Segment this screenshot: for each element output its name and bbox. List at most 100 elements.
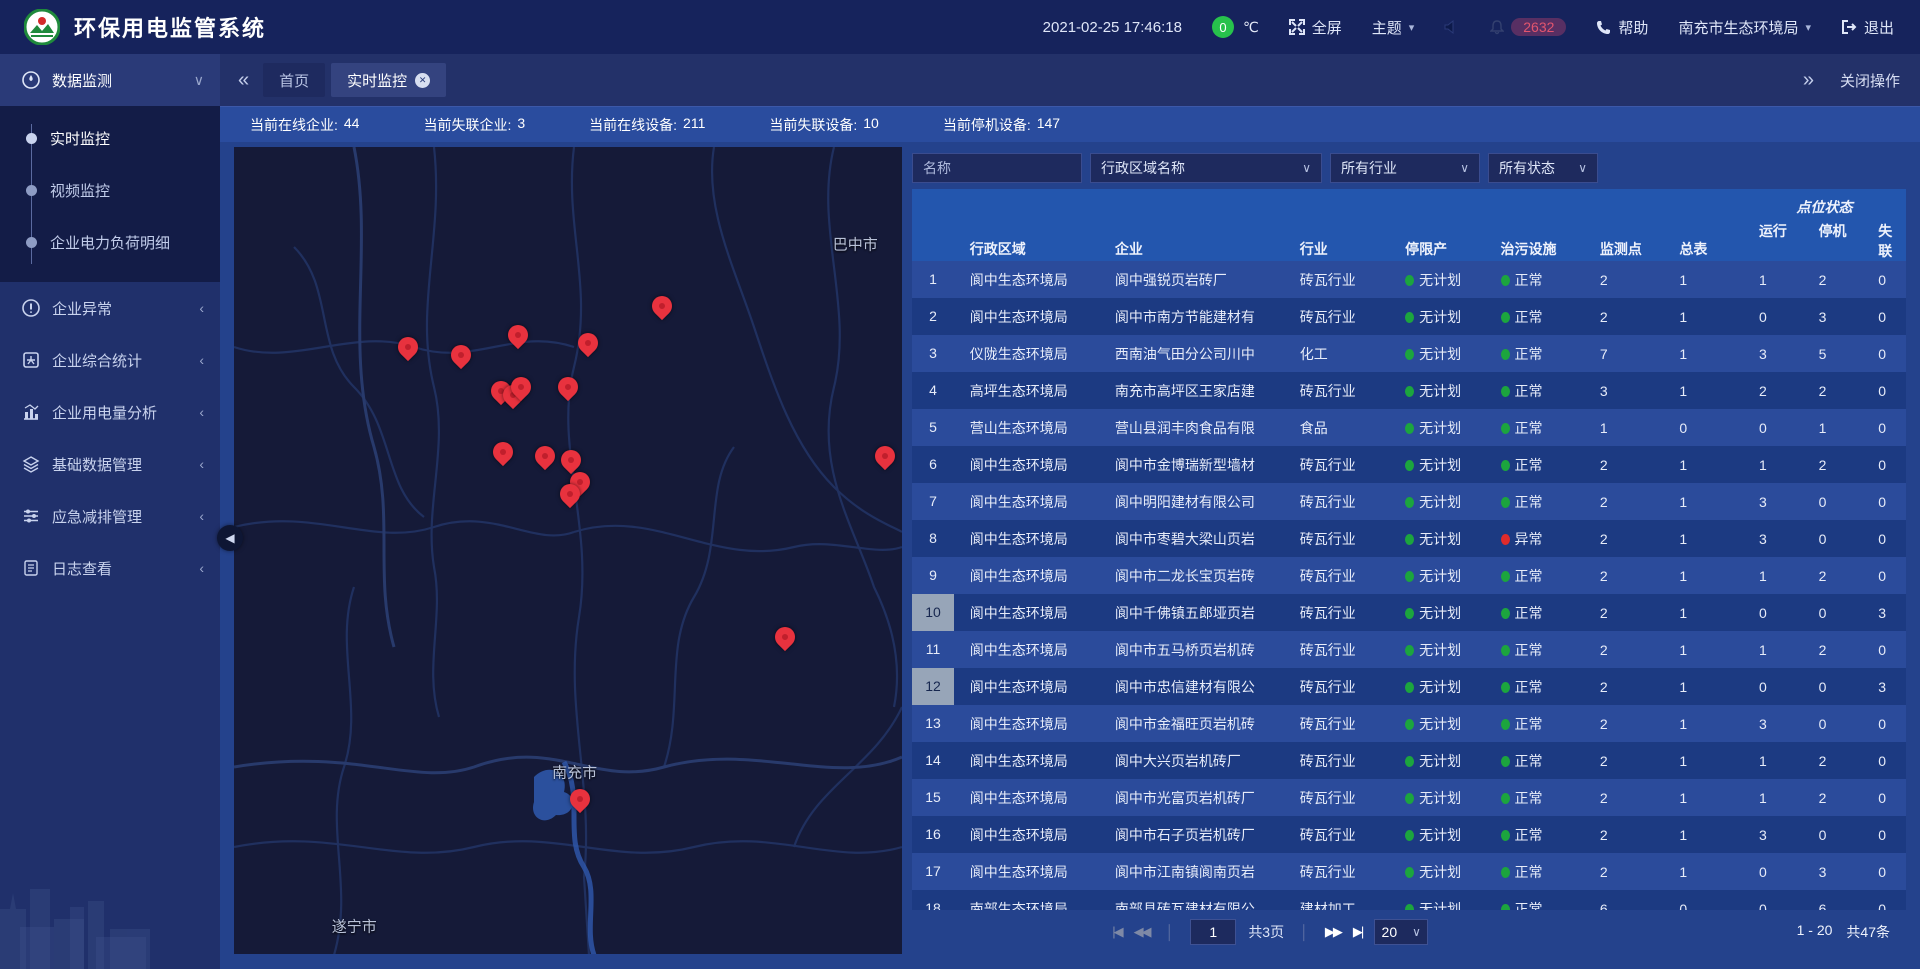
table-row[interactable]: 10 阆中生态环境局 阆中千佛镇五郎垭页岩 砖瓦行业 无计划 xyxy=(912,594,1906,631)
table-row[interactable]: 8 阆中生态环境局 阆中市枣碧大梁山页岩 砖瓦行业 无计划 xyxy=(912,520,1906,557)
cell-offline: 0 xyxy=(1862,335,1906,372)
tab-realtime-monitor[interactable]: 实时监控 ✕ xyxy=(331,63,446,97)
sidebar-item-log-view[interactable]: 日志查看 ‹ xyxy=(0,542,220,594)
close-operations-button[interactable]: 关闭操作 xyxy=(1840,70,1900,91)
sidebar-item-enterprise-abnormal[interactable]: 企业异常 ‹ xyxy=(0,282,220,334)
tab-close-icon[interactable]: ✕ xyxy=(415,73,430,88)
table-row[interactable]: 14 阆中生态环境局 阆中大兴页岩机砖厂 砖瓦行业 无计划 xyxy=(912,742,1906,779)
prev-page-icon[interactable]: ◀◀ xyxy=(1134,924,1150,940)
table-row[interactable]: 15 阆中生态环境局 阆中市光富页岩机砖厂 砖瓦行业 无计划 xyxy=(912,779,1906,816)
name-filter-input[interactable] xyxy=(912,153,1082,183)
table-row[interactable]: 1 阆中生态环境局 阆中强锐页岩砖厂 砖瓦行业 无计划 正常 xyxy=(912,261,1906,298)
sidebar-item-video-monitor[interactable]: 视频监控 xyxy=(0,164,220,216)
cell-industry: 食品 xyxy=(1284,409,1389,446)
first-page-icon[interactable]: |◀ xyxy=(1112,924,1121,940)
cell-offline: 0 xyxy=(1862,446,1906,483)
status-filter-select[interactable]: 所有状态 ∨ xyxy=(1488,153,1598,183)
cell-run: 1 xyxy=(1743,742,1803,779)
sidebar-item-basic-data[interactable]: 基础数据管理 ‹ xyxy=(0,438,220,490)
cell-meters: 1 xyxy=(1663,742,1743,779)
cell-index: 5 xyxy=(912,409,954,446)
mute-button[interactable] xyxy=(1444,20,1460,34)
cell-points: 7 xyxy=(1584,335,1664,372)
table-row[interactable]: 4 高坪生态环境局 南充市高坪区王家店建 砖瓦行业 无计划 xyxy=(912,372,1906,409)
cell-points: 2 xyxy=(1584,816,1664,853)
table-row[interactable]: 17 阆中生态环境局 阆中市江南镇阆南页岩 砖瓦行业 无计划 xyxy=(912,853,1906,890)
status-dot xyxy=(1405,645,1414,656)
cell-industry: 砖瓦行业 xyxy=(1284,816,1389,853)
table-row[interactable]: 16 阆中生态环境局 阆中市石子页岩机砖厂 砖瓦行业 无计划 xyxy=(912,816,1906,853)
table-row[interactable]: 18 南部生态环境局 南部县砖瓦建材有限公 建材加工 无计划 xyxy=(912,890,1906,910)
cell-run: 1 xyxy=(1743,631,1803,668)
cell-meters: 0 xyxy=(1663,890,1743,910)
cell-industry: 砖瓦行业 xyxy=(1284,446,1389,483)
table-row[interactable]: 7 阆中生态环境局 阆中明阳建材有限公司 砖瓦行业 无计划 xyxy=(912,483,1906,520)
page-size-select[interactable]: 20 ∨ xyxy=(1374,919,1428,945)
status-dot xyxy=(1501,423,1510,434)
tab-home[interactable]: 首页 xyxy=(263,63,325,97)
logout-button[interactable]: 退出 xyxy=(1841,17,1894,38)
next-page-icon[interactable]: ▶▶ xyxy=(1325,924,1341,940)
map-city-label: 巴中市 xyxy=(833,233,878,254)
table-row[interactable]: 5 营山生态环境局 营山县润丰肉食品有限 食品 无计划 正常 xyxy=(912,409,1906,446)
notifications[interactable]: 2632 xyxy=(1490,18,1566,36)
cell-offline: 0 xyxy=(1862,409,1906,446)
page-number-input[interactable]: 1 xyxy=(1190,919,1236,945)
range-label: 1 - 20 xyxy=(1797,922,1833,942)
temperature: 0 ℃ xyxy=(1212,16,1259,38)
last-page-icon[interactable]: ▶| xyxy=(1353,924,1362,940)
table-row[interactable]: 2 阆中生态环境局 阆中市南方节能建材有 砖瓦行业 无计划 xyxy=(912,298,1906,335)
tabs-scroll-right-icon[interactable]: » xyxy=(1795,69,1822,92)
sidebar-item-power-load-detail[interactable]: 企业电力负荷明细 xyxy=(0,216,220,268)
table-row[interactable]: 11 阆中生态环境局 阆中市五马桥页岩机砖 砖瓦行业 无计划 xyxy=(912,631,1906,668)
cell-region: 阆中生态环境局 xyxy=(954,298,1099,335)
theme-menu[interactable]: 主题▾ xyxy=(1372,17,1415,38)
cell-stop: 无计划 xyxy=(1389,779,1484,816)
col-header-stop: 停限产 xyxy=(1389,189,1484,261)
app-logo-icon xyxy=(24,9,60,45)
table-row[interactable]: 13 阆中生态环境局 阆中市金福旺页岩机砖 砖瓦行业 无计划 xyxy=(912,705,1906,742)
cell-index: 15 xyxy=(912,779,954,816)
sidebar-item-power-analysis[interactable]: 企业用电量分析 ‹ xyxy=(0,386,220,438)
app-header: 环保用电监管系统 2021-02-25 17:46:18 0 ℃ 全屏 主题▾ xyxy=(0,0,1920,54)
cell-points: 2 xyxy=(1584,520,1664,557)
cell-points: 2 xyxy=(1584,631,1664,668)
cell-facility: 正常 xyxy=(1485,816,1584,853)
stat-value: 3 xyxy=(517,115,525,135)
table-row[interactable]: 3 仪陇生态环境局 西南油气田分公司川中 化工 无计划 正常 xyxy=(912,335,1906,372)
sidebar-item-realtime-monitor[interactable]: 实时监控 xyxy=(0,112,220,164)
org-menu[interactable]: 南充市生态环境局▾ xyxy=(1678,17,1811,38)
cell-run: 0 xyxy=(1743,594,1803,631)
status-dot xyxy=(1501,719,1510,730)
help-button[interactable]: 帮助 xyxy=(1596,17,1648,38)
cell-points: 2 xyxy=(1584,261,1664,298)
status-dot xyxy=(1501,756,1510,767)
cell-stop: 无计划 xyxy=(1389,335,1484,372)
table-row[interactable]: 6 阆中生态环境局 阆中市金博瑞新型墙材 砖瓦行业 无计划 xyxy=(912,446,1906,483)
cell-company: 阆中市江南镇阆南页岩 xyxy=(1099,853,1284,890)
cell-stop: 无计划 xyxy=(1389,853,1484,890)
table-row[interactable]: 9 阆中生态环境局 阆中市二龙长宝页岩砖 砖瓦行业 无计划 xyxy=(912,557,1906,594)
cell-halt: 2 xyxy=(1803,742,1863,779)
region-filter-select[interactable]: 行政区域名称 ∨ xyxy=(1090,153,1322,183)
industry-filter-select[interactable]: 所有行业 ∨ xyxy=(1330,153,1480,183)
fullscreen-button[interactable]: 全屏 xyxy=(1289,17,1342,38)
sidebar-item-enterprise-statistics[interactable]: 企业综合统计 ‹ xyxy=(0,334,220,386)
tabs-scroll-left-icon[interactable]: « xyxy=(230,69,257,92)
cell-offline: 0 xyxy=(1862,853,1906,890)
cell-stop: 无计划 xyxy=(1389,372,1484,409)
sidebar-item-data-monitor[interactable]: 数据监测 ∨ xyxy=(0,54,220,106)
sidebar-item-emergency-reduction[interactable]: 应急减排管理 ‹ xyxy=(0,490,220,542)
cell-points: 3 xyxy=(1584,372,1664,409)
table-row[interactable]: 12 阆中生态环境局 阆中市忠信建材有限公 砖瓦行业 无计划 xyxy=(912,668,1906,705)
cell-industry: 砖瓦行业 xyxy=(1284,631,1389,668)
sidebar-collapse-toggle[interactable]: ◀ xyxy=(217,525,243,551)
cell-meters: 1 xyxy=(1663,779,1743,816)
cell-facility: 异常 xyxy=(1485,520,1584,557)
cell-index: 14 xyxy=(912,742,954,779)
cell-run: 3 xyxy=(1743,705,1803,742)
cell-company: 营山县润丰肉食品有限 xyxy=(1099,409,1284,446)
cell-offline: 3 xyxy=(1862,594,1906,631)
map[interactable]: 巴中市 南充市 遂宁市 xyxy=(234,147,902,954)
cell-halt: 2 xyxy=(1803,631,1863,668)
